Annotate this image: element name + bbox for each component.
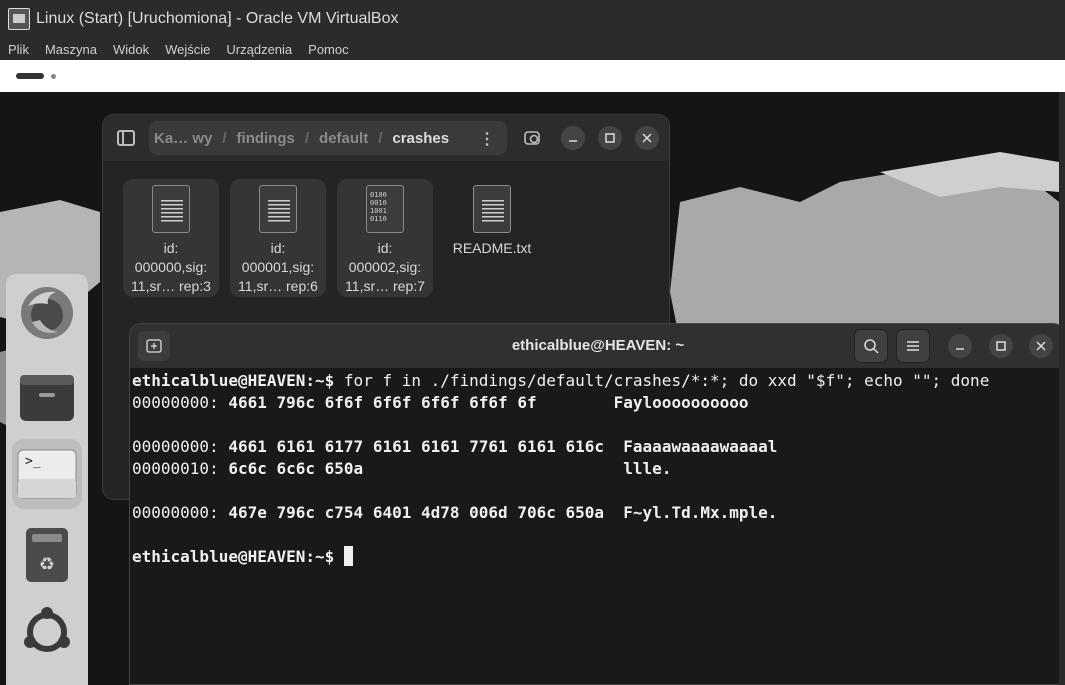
sidebar-toggle-icon[interactable] — [117, 130, 135, 146]
hex-ascii: F~yl.Td.Mx.mple. — [623, 503, 778, 522]
breadcrumb-separator: / — [378, 129, 383, 147]
hexdump-line: 00000000: 4661 796c 6f6f 6f6f 6f6f 6f6f … — [132, 392, 749, 414]
terminal-output[interactable]: ethicalblue@HEAVEN:~$ for f in ./finding… — [130, 368, 1059, 684]
file-name: id: 000001,sig: 11,sr… rep:6 — [238, 240, 318, 294]
breadcrumb-separator: / — [304, 129, 310, 147]
menu-plik[interactable]: Plik — [0, 42, 37, 57]
hex-offset: 00000000: — [132, 393, 229, 412]
hexdump-line: 00000000: 4661 6161 6177 6161 6161 7761 … — [132, 436, 777, 458]
new-tab-button[interactable] — [138, 331, 170, 361]
path-bar[interactable]: Ka… wy / findings / default / crashes ⋮ — [149, 121, 507, 155]
prompt-line: ethicalblue@HEAVEN:~$ — [132, 546, 353, 568]
window-title: Linux (Start) [Uruchomiona] - Oracle VM … — [36, 10, 399, 27]
hex-ascii: Faaaawaaaawaaaal — [623, 437, 778, 456]
hex-offset: 00000000: — [132, 503, 229, 522]
text-cursor — [343, 546, 353, 566]
close-button[interactable] — [635, 126, 659, 150]
minimize-icon — [956, 348, 964, 350]
file-name: README.txt — [452, 240, 532, 256]
close-icon — [642, 133, 652, 143]
hex-offset: 00000010: — [132, 459, 229, 478]
file-item[interactable]: README.txt — [444, 179, 540, 297]
minimize-button[interactable] — [561, 126, 585, 150]
hex-bytes: 467e 796c c754 6401 4d78 006d 706c 650a — [228, 503, 624, 522]
maximize-button[interactable] — [598, 126, 622, 150]
hexdump-line: 00000010: 6c6c 6c6c 650a llle. — [132, 458, 671, 480]
vbox-window-edge — [1059, 92, 1065, 685]
hex-bytes: 4661 796c 6f6f 6f6f 6f6f 6f6f 6f — [228, 393, 614, 412]
file-item[interactable]: 0100 0010 1001 0110 id: 000002,sig: 11,s… — [337, 179, 433, 297]
maximize-icon — [996, 341, 1006, 351]
text-file-icon — [152, 185, 190, 233]
menu-widok[interactable]: Widok — [105, 42, 157, 57]
screen: Linux (Start) [Uruchomiona] - Oracle VM … — [0, 0, 1065, 685]
hex-ascii: llle. — [623, 459, 672, 478]
hex-bytes: 6c6c 6c6c 650a — [228, 459, 624, 478]
dock-files[interactable] — [12, 362, 82, 432]
virtualbox-icon — [8, 8, 30, 30]
minimize-icon — [569, 140, 577, 142]
terminal-menu-button[interactable] — [896, 329, 930, 363]
text-file-icon — [259, 185, 297, 233]
breadcrumb-separator: / — [222, 129, 227, 147]
terminal-glyph: >_ — [25, 454, 41, 469]
prompt: ethicalblue@HEAVEN:~$ — [132, 371, 344, 390]
maximize-button[interactable] — [989, 334, 1013, 358]
vbox-menubar: Plik Maszyna Widok Wejście Urządzenia Po… — [0, 38, 1065, 60]
file-item[interactable]: id: 000001,sig: 11,sr… rep:6 — [230, 179, 326, 297]
breadcrumb-findings[interactable]: findings — [232, 130, 300, 147]
file-name: id: 000002,sig: 11,sr… rep:7 — [345, 240, 425, 294]
file-item[interactable]: id: 000000,sig: 11,sr… rep:3 — [123, 179, 219, 297]
maximize-icon — [605, 133, 615, 143]
dock-trash[interactable]: ♻ — [12, 520, 82, 590]
files-icon — [20, 375, 74, 421]
menu-urzadzenia[interactable]: Urządzenia — [218, 42, 300, 57]
menu-pomoc[interactable]: Pomoc — [300, 42, 356, 57]
terminal-headerbar: ethicalblue@HEAVEN: ~ — [130, 324, 1059, 368]
menu-maszyna[interactable]: Maszyna — [37, 42, 105, 57]
text-file-icon — [473, 185, 511, 233]
path-menu-icon[interactable]: ⋮ — [479, 129, 495, 149]
close-button[interactable] — [1029, 334, 1053, 358]
hexdump-line: 00000000: 467e 796c c754 6401 4d78 006d … — [132, 502, 777, 524]
breadcrumb-crashes[interactable]: crashes — [387, 130, 454, 147]
dock-firefox[interactable] — [12, 278, 82, 348]
breadcrumb-ka-wy[interactable]: Ka… wy — [149, 130, 217, 147]
ubuntu-apps-icon — [24, 607, 70, 652]
hex-ascii: Fayloooooooooo — [613, 393, 749, 412]
close-icon — [1036, 341, 1046, 351]
guest-desktop: >_ ♻ Ka… wy / findings / default / crash… — [0, 92, 1059, 685]
binary-file-icon: 0100 0010 1001 0110 — [366, 185, 404, 233]
dock-show-apps[interactable] — [12, 597, 82, 667]
svg-text:♻: ♻ — [39, 554, 55, 575]
terminal-search-button[interactable] — [854, 329, 888, 363]
files-headerbar: Ka… wy / findings / default / crashes ⋮ — [103, 115, 669, 161]
firefox-icon — [21, 287, 73, 339]
command-line: ethicalblue@HEAVEN:~$ for f in ./finding… — [132, 370, 989, 392]
breadcrumb-default[interactable]: default — [314, 130, 373, 147]
minimize-button[interactable] — [948, 334, 972, 358]
search-icon[interactable] — [523, 128, 543, 148]
terminal-icon: >_ — [17, 449, 77, 499]
workspace-indicator-active[interactable] — [16, 73, 44, 79]
command-text: for f in ./findings/default/crashes/*:*;… — [343, 371, 990, 390]
guest-top-bar — [0, 60, 1065, 92]
search-icon — [864, 339, 879, 354]
dock-terminal[interactable]: >_ — [12, 439, 82, 509]
file-name: id: 000000,sig: 11,sr… rep:3 — [131, 240, 211, 294]
workspace-indicator[interactable] — [51, 74, 56, 79]
vbox-titlebar: Linux (Start) [Uruchomiona] - Oracle VM … — [0, 0, 1065, 38]
new-tab-icon — [146, 339, 162, 353]
terminal-window: ethicalblue@HEAVEN: ~ ethicalblue@HEAVEN… — [129, 323, 1059, 685]
menu-wejscie[interactable]: Wejście — [157, 42, 218, 57]
hex-offset: 00000000: — [132, 437, 229, 456]
hamburger-menu-icon — [907, 341, 919, 351]
prompt: ethicalblue@HEAVEN:~$ — [132, 547, 344, 566]
dock: >_ ♻ — [6, 274, 88, 685]
hex-bytes: 4661 6161 6177 6161 6161 7761 6161 616c — [228, 437, 624, 456]
trash-icon: ♻ — [26, 528, 68, 582]
